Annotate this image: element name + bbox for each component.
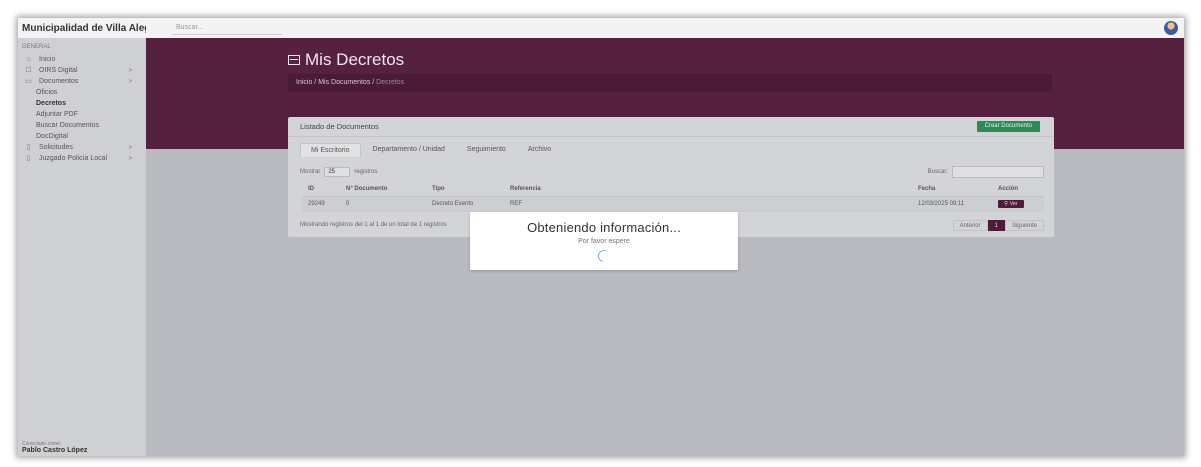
column-header-accion: Acción xyxy=(992,182,1044,197)
page-size-select[interactable]: 25 xyxy=(324,167,351,177)
sidebar-item-label: Juzgado Policía Local xyxy=(39,155,108,162)
show-label: Mostrar xyxy=(300,169,321,175)
connected-user-name: Pablo Castro López xyxy=(22,447,88,454)
create-document-button[interactable]: Crear Documento xyxy=(976,121,1040,132)
sidebar-item-documentos[interactable]: ▭ Documentos > xyxy=(18,76,146,87)
table-search-input[interactable] xyxy=(952,166,1044,178)
pagination-page-1[interactable]: 1 xyxy=(987,220,1005,231)
chevron-right-icon: > xyxy=(128,144,132,151)
loading-subtitle: Por favor espere xyxy=(578,238,630,245)
column-header-tipo[interactable]: Tipo xyxy=(426,182,504,197)
table-search: Buscar: xyxy=(928,165,1044,179)
loading-title: Obteniendo información... xyxy=(527,220,681,235)
page-size-control: Mostrar 25 registros xyxy=(300,165,377,179)
sidebar-item-oirs[interactable]: ☐ OIRS Digital > xyxy=(18,65,146,76)
loading-spinner-icon xyxy=(595,247,613,265)
column-header-id[interactable]: ID xyxy=(302,182,340,197)
table-summary: Mostrando registros del 1 al 1 de un tot… xyxy=(300,222,447,228)
breadcrumb: Inicio / Mis Documentos / Decretos xyxy=(288,74,1052,92)
cell-accion: ⚲ Ver xyxy=(992,196,1044,212)
breadcrumb-inicio[interactable]: Inicio xyxy=(296,79,312,86)
folder-icon: ▭ xyxy=(25,77,32,85)
pagination: Anterior 1 Siguiente xyxy=(952,220,1044,231)
chevron-down-icon: > xyxy=(128,78,132,85)
sidebar-subitem-adjuntar-pdf[interactable]: Adjuntar PDF xyxy=(18,109,146,120)
sidebar-subitem-decretos[interactable]: Decretos xyxy=(18,98,146,109)
top-search-input[interactable]: Buscar... xyxy=(172,21,282,35)
tab-archivo[interactable]: Archivo xyxy=(518,143,561,157)
documents-table: ID N° Documento Tipo Referencia Fecha Ac… xyxy=(302,182,1044,212)
document-tabs: Mi Escritorio Departamento / Unidad Segu… xyxy=(300,143,563,157)
breadcrumb-mis-documentos[interactable]: Mis Documentos xyxy=(318,79,370,86)
page-title: Mis Decretos xyxy=(288,50,404,70)
chevron-right-icon: > xyxy=(128,67,132,74)
page-title-text: Mis Decretos xyxy=(305,50,405,69)
inbox-icon: ☐ xyxy=(25,66,32,74)
tab-mi-escritorio[interactable]: Mi Escritorio xyxy=(300,143,361,157)
breadcrumb-current: Decretos xyxy=(376,79,405,86)
sidebar-item-juzgado[interactable]: ▯ Juzgado Policía Local > xyxy=(18,153,146,164)
column-header-fecha[interactable]: Fecha xyxy=(912,182,992,197)
sidebar-subitem-oficios[interactable]: Oficios xyxy=(18,87,146,98)
card-header: Listado de Documentos Crear Documento xyxy=(288,117,1054,137)
column-header-numero[interactable]: N° Documento xyxy=(340,182,426,197)
view-button-label: Ver xyxy=(1009,201,1018,208)
top-bar: Municipalidad de Villa Alegre Buscar... xyxy=(18,18,1184,38)
records-label: registros xyxy=(354,169,378,175)
column-header-referencia[interactable]: Referencia xyxy=(504,182,912,197)
cell-referencia: REF xyxy=(510,201,522,208)
pagination-next[interactable]: Siguiente xyxy=(1004,220,1044,231)
table-row: 29249 0 Decreto Exento REF 12/03/2025 09… xyxy=(302,196,1044,212)
table-controls: Mostrar 25 registros Buscar: xyxy=(300,165,1044,179)
sidebar-item-label: Documentos xyxy=(39,78,79,85)
home-icon: ⌂ xyxy=(26,55,31,63)
view-button[interactable]: ⚲ Ver xyxy=(998,200,1024,209)
sidebar-item-label: Solicitudes xyxy=(39,144,73,151)
sidebar-section-title: GENERAL xyxy=(22,44,51,50)
card-title: Listado de Documentos xyxy=(300,122,379,131)
sidebar-subitem-buscar-documentos[interactable]: Buscar Documentos xyxy=(18,120,146,131)
brand-name: Municipalidad de Villa Alegre xyxy=(22,22,146,34)
cell-fecha: 12/03/2025 09:11 xyxy=(918,201,965,208)
tab-seguimiento[interactable]: Seguimiento xyxy=(457,143,516,157)
sidebar-item-label: OIRS Digital xyxy=(39,67,78,74)
chevron-right-icon: > xyxy=(128,155,132,162)
app-window: Municipalidad de Villa Alegre Buscar... … xyxy=(18,18,1184,456)
cell-numero: 0 xyxy=(346,201,350,208)
sidebar-item-solicitudes[interactable]: ▯ Solicitudes > xyxy=(18,142,146,153)
user-avatar[interactable] xyxy=(1164,21,1178,35)
search-label: Buscar: xyxy=(927,169,948,175)
file-icon: ▯ xyxy=(26,143,31,151)
document-icon xyxy=(288,55,300,65)
loading-dialog: Obteniendo información... Por favor espe… xyxy=(470,212,738,270)
sidebar-item-inicio[interactable]: ⌂ Inicio xyxy=(18,54,146,65)
sidebar-footer: Conectado como: Pablo Castro López xyxy=(22,441,87,454)
tab-departamento-unidad[interactable]: Departamento / Unidad xyxy=(363,143,455,157)
sidebar-item-label: Inicio xyxy=(39,56,56,63)
file-icon: ▯ xyxy=(26,154,31,162)
cell-id: 29249 xyxy=(308,201,325,208)
cell-tipo: Decreto Exento xyxy=(432,201,474,208)
table-header-row: ID N° Documento Tipo Referencia Fecha Ac… xyxy=(302,182,1044,197)
sidebar-subitem-docdigital[interactable]: DocDigital xyxy=(18,131,146,142)
pagination-previous[interactable]: Anterior xyxy=(952,220,988,231)
sidebar: GENERAL ⌂ Inicio ☐ OIRS Digital > ▭ Docu… xyxy=(18,38,146,456)
